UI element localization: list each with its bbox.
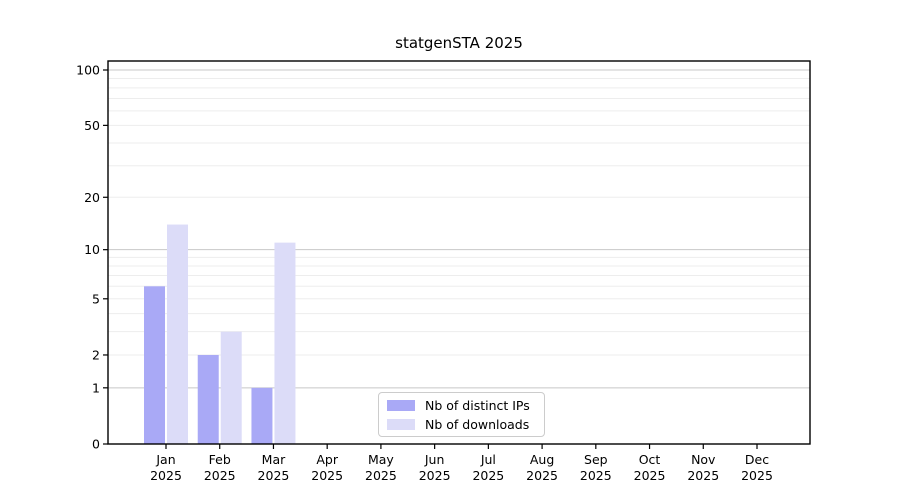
x-tick-label-month: Feb bbox=[209, 452, 231, 467]
bar bbox=[198, 355, 219, 444]
legend-swatch-distinct-ips bbox=[387, 400, 415, 411]
y-tick-label: 50 bbox=[84, 118, 100, 133]
bar bbox=[144, 286, 165, 444]
x-tick-label-month: Nov bbox=[691, 452, 716, 467]
legend-label: Nb of distinct IPs bbox=[425, 398, 530, 413]
x-tick-label-year: 2025 bbox=[526, 468, 558, 483]
legend: Nb of distinct IPs Nb of downloads bbox=[378, 392, 545, 437]
x-tick-label-month: May bbox=[368, 452, 394, 467]
x-tick-label-month: Apr bbox=[316, 452, 338, 467]
y-tick-label: 5 bbox=[92, 291, 100, 306]
legend-item-downloads: Nb of downloads bbox=[387, 417, 536, 432]
x-tick-label-year: 2025 bbox=[580, 468, 612, 483]
x-tick-label-month: Jan bbox=[155, 452, 175, 467]
bar bbox=[167, 225, 188, 444]
x-tick-label-year: 2025 bbox=[258, 468, 290, 483]
bar bbox=[274, 243, 295, 444]
y-tick-label: 10 bbox=[84, 242, 100, 257]
legend-swatch-downloads bbox=[387, 419, 415, 430]
x-tick-label-year: 2025 bbox=[419, 468, 451, 483]
x-tick-label-year: 2025 bbox=[472, 468, 504, 483]
x-tick-label-month: Mar bbox=[262, 452, 286, 467]
legend-label: Nb of downloads bbox=[425, 417, 529, 432]
y-tick-label: 100 bbox=[76, 63, 100, 78]
y-tick-label: 20 bbox=[84, 190, 100, 205]
x-tick-label-month: Oct bbox=[639, 452, 661, 467]
chart-figure: statgenSTA 2025 0125102050100Jan2025Feb2… bbox=[0, 0, 900, 500]
y-tick-label: 2 bbox=[92, 347, 100, 362]
x-tick-label-year: 2025 bbox=[365, 468, 397, 483]
x-tick-label-month: Aug bbox=[530, 452, 554, 467]
x-tick-label-month: Dec bbox=[745, 452, 769, 467]
x-tick-label-month: Jun bbox=[424, 452, 445, 467]
x-tick-label-year: 2025 bbox=[204, 468, 236, 483]
x-tick-label-year: 2025 bbox=[687, 468, 719, 483]
x-tick-label-month: Jul bbox=[480, 452, 496, 467]
y-tick-label: 0 bbox=[92, 437, 100, 452]
x-tick-label-year: 2025 bbox=[634, 468, 666, 483]
x-tick-label-month: Sep bbox=[584, 452, 608, 467]
y-tick-label: 1 bbox=[92, 380, 100, 395]
x-tick-label-year: 2025 bbox=[741, 468, 773, 483]
bar bbox=[251, 388, 272, 444]
bar bbox=[221, 332, 242, 444]
x-tick-label-year: 2025 bbox=[311, 468, 343, 483]
x-tick-label-year: 2025 bbox=[150, 468, 182, 483]
legend-item-distinct-ips: Nb of distinct IPs bbox=[387, 398, 536, 413]
